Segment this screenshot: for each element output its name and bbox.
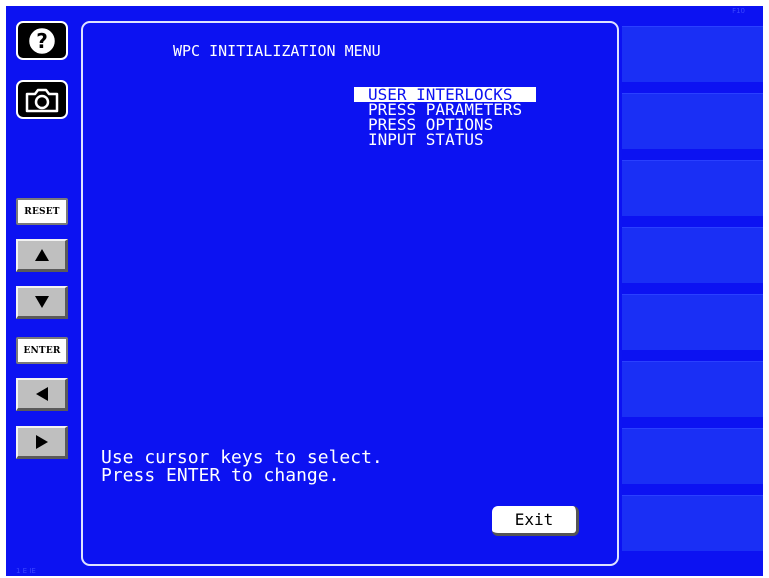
corner-label-top-right: F10	[732, 7, 745, 15]
svg-text:?: ?	[36, 29, 48, 53]
hint-line-2: Press ENTER to change.	[101, 465, 340, 486]
reset-label: RESET	[24, 206, 60, 217]
reset-button[interactable]: RESET	[16, 198, 68, 225]
soft-key-1[interactable]	[622, 26, 763, 82]
soft-key-6[interactable]	[622, 361, 763, 417]
left-arrow-icon	[35, 387, 48, 401]
enter-label: ENTER	[23, 345, 61, 356]
soft-key-4[interactable]	[622, 227, 763, 283]
menu-panel: WPC INITIALIZATION MENU USER INTERLOCKS …	[81, 21, 619, 566]
soft-key-8[interactable]	[622, 495, 763, 551]
soft-key-5[interactable]	[622, 294, 763, 350]
exit-button[interactable]: Exit	[492, 506, 579, 536]
menu-item-input-status[interactable]: INPUT STATUS	[354, 132, 536, 148]
down-arrow-icon	[34, 296, 49, 308]
help-button[interactable]: ?	[16, 21, 68, 60]
page-title: WPC INITIALIZATION MENU	[173, 42, 381, 60]
screenshot-button[interactable]	[16, 80, 68, 119]
camera-icon	[25, 88, 59, 112]
question-mark-icon: ?	[26, 25, 58, 56]
hint-line-1: Use cursor keys to select.	[101, 447, 383, 468]
enter-button[interactable]: ENTER	[16, 337, 68, 364]
menu-list: USER INTERLOCKS PRESS PARAMETERS PRESS O…	[354, 87, 537, 148]
corner-label-bottom-left: 1 E IE	[16, 567, 36, 575]
soft-key-7[interactable]	[622, 428, 763, 484]
left-button[interactable]	[16, 378, 68, 411]
exit-label: Exit	[514, 510, 554, 529]
hmi-screen: F10 1 E IE ? RESET ENTER WPC INITIALIZAT…	[6, 6, 763, 576]
down-button[interactable]	[16, 286, 68, 319]
up-button[interactable]	[16, 239, 68, 272]
right-button[interactable]	[16, 426, 68, 459]
soft-key-2[interactable]	[622, 93, 763, 149]
soft-key-3[interactable]	[622, 160, 763, 216]
up-arrow-icon	[34, 249, 49, 261]
right-arrow-icon	[35, 435, 48, 449]
